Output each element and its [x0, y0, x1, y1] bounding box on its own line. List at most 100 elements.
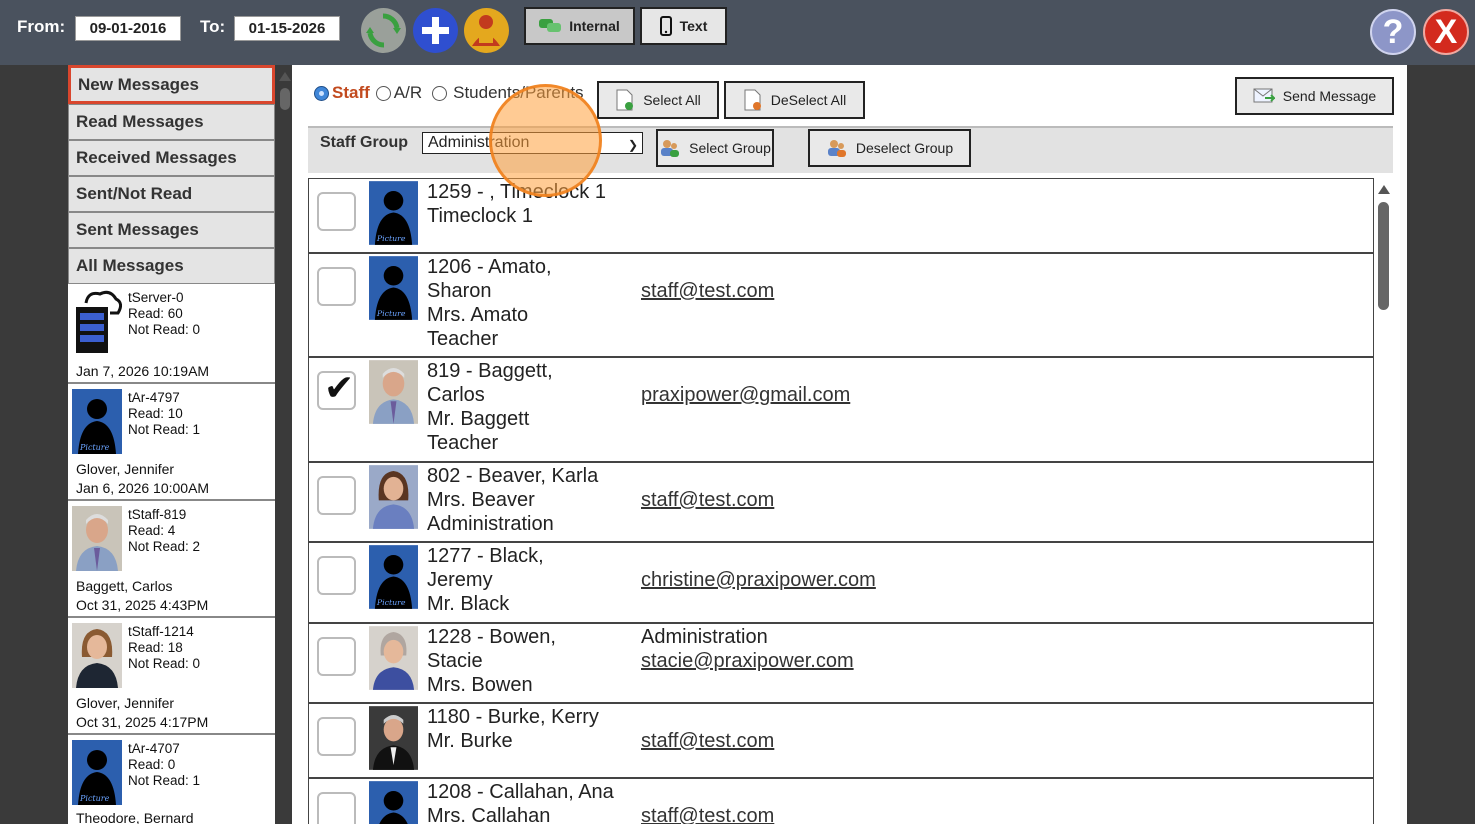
recipient-name: 802 - Beaver, Karla [427, 465, 599, 487]
select-all-button[interactable]: Select All [597, 81, 719, 119]
recipient-checkbox[interactable] [317, 267, 356, 306]
radio-students-parents[interactable] [432, 85, 448, 101]
send-mail-icon [1253, 88, 1275, 103]
nav-read-messages[interactable]: Read Messages [68, 104, 275, 140]
conversation-item[interactable]: tStaff-1214 Read: 18 Not Read: 0 Glover,… [68, 618, 275, 735]
radio-ar[interactable] [375, 85, 391, 101]
staff-photo-avatar [369, 706, 418, 770]
nav-new-messages[interactable]: New Messages [68, 65, 275, 104]
list-scrollbar-thumb[interactable] [1378, 202, 1389, 310]
radio-staff[interactable] [314, 85, 329, 101]
recipient-name: 1277 - Black, [427, 545, 544, 567]
help-icon[interactable]: ? [1370, 9, 1416, 55]
recipient-detail: Mrs. Amato [427, 304, 529, 326]
staff-photo-avatar [369, 626, 418, 690]
from-label: From: [17, 17, 66, 36]
conversation-read: Read: 10 [128, 406, 183, 421]
recipient-detail: Mrs. Bowen [427, 674, 533, 696]
recipient-row[interactable]: 802 - Beaver, Karla Mrs. Beaver Administ… [309, 463, 1373, 543]
send-message-button[interactable]: Send Message [1235, 77, 1394, 115]
recipient-email-link[interactable]: stacie@praxipower.com [641, 650, 854, 672]
recipient-row[interactable]: 1180 - Burke, Kerry Mr. Burke staff@test… [309, 704, 1373, 779]
message-folders-panel: New Messages Read Messages Received Mess… [68, 65, 275, 824]
recipient-name: 1206 - Amato, [427, 256, 552, 278]
staff-photo-avatar [369, 360, 418, 424]
recipient-detail: Stacie [427, 650, 483, 672]
close-icon[interactable]: X [1423, 9, 1469, 55]
recipient-row[interactable]: Picture 1277 - Black, Jeremy Mr. Black c… [309, 543, 1373, 624]
recipient-detail: Mr. Burke [427, 730, 513, 752]
sidebar-scrollbar-thumb[interactable] [280, 88, 290, 110]
sidebar-scroll-up-icon[interactable] [279, 72, 291, 81]
conversation-item[interactable]: Picture tAr-4707 Read: 0 Not Read: 1 The… [68, 735, 275, 824]
recipient-checkbox[interactable] [317, 717, 356, 756]
recipient-row[interactable]: Picture 1259 - , Timeclock 1 Timeclock 1 [309, 179, 1373, 254]
conversation-date: Jan 7, 2026 10:19AM [76, 363, 210, 379]
server-icon [72, 289, 123, 354]
conversation-item[interactable]: tServer-0 Read: 60 Not Read: 0 Jan 7, 20… [68, 284, 275, 384]
refresh-icon[interactable] [361, 8, 406, 53]
recipient-checkbox[interactable] [317, 476, 356, 515]
internal-label: Internal [569, 18, 620, 34]
to-date-input[interactable]: 01-15-2026 [234, 16, 340, 41]
internal-button[interactable]: Internal [524, 7, 635, 45]
deselect-all-button[interactable]: DeSelect All [724, 81, 865, 119]
recipient-email-link[interactable]: staff@test.com [641, 489, 774, 511]
nav-sent-not-read[interactable]: Sent/Not Read [68, 176, 275, 212]
conversation-not-read: Not Read: 0 [128, 656, 201, 671]
silhouette-avatar: Picture [369, 256, 418, 320]
recipient-checkbox[interactable] [317, 556, 356, 595]
svg-text:Picture: Picture [79, 794, 110, 803]
conversation-item[interactable]: Picture tAr-4797 Read: 10 Not Read: 1 Gl… [68, 384, 275, 501]
svg-text:Picture: Picture [376, 309, 406, 318]
group-remove-icon [827, 140, 846, 157]
recipient-row[interactable]: 1228 - Bowen, Stacie Mrs. Bowen Administ… [309, 624, 1373, 704]
select-group-label: Select Group [689, 140, 771, 156]
text-label: Text [679, 18, 708, 34]
staff-photo-avatar [72, 623, 122, 688]
recipient-checkbox[interactable] [317, 792, 356, 824]
recipient-name: 1228 - Bowen, [427, 626, 556, 648]
select-group-button[interactable]: Select Group [656, 129, 774, 167]
conversation-read: Read: 0 [128, 757, 176, 772]
conversation-id: tServer-0 [128, 290, 184, 305]
conversation-read: Read: 60 [128, 306, 183, 321]
silhouette-avatar: Picture [369, 181, 418, 245]
list-scroll-up-icon[interactable] [1378, 185, 1390, 194]
conversation-date: Oct 31, 2025 4:17PM [76, 714, 209, 730]
recipient-row[interactable]: Picture 1206 - Amato, Sharon Mrs. Amato … [309, 254, 1373, 358]
conversation-name: Glover, Jennifer [76, 461, 175, 477]
recipient-email-link[interactable]: staff@test.com [641, 730, 774, 752]
recipient-email-link[interactable]: christine@praxipower.com [641, 569, 876, 591]
from-date-input[interactable]: 09-01-2016 [75, 16, 181, 41]
nav-all-messages[interactable]: All Messages [68, 248, 275, 284]
conversation-id: tAr-4707 [128, 741, 180, 756]
recipient-name: 1208 - Callahan, Ana [427, 781, 614, 803]
directory-icon[interactable] [464, 8, 509, 53]
recipient-email-link[interactable]: staff@test.com [641, 280, 774, 302]
phone-icon [659, 16, 672, 36]
silhouette-avatar: Picture [369, 545, 418, 609]
conversation-item[interactable]: tStaff-819 Read: 4 Not Read: 2 Baggett, … [68, 501, 275, 618]
select-all-label: Select All [643, 92, 701, 108]
recipient-detail: Sharon [427, 280, 492, 302]
svg-text:Picture: Picture [376, 234, 406, 243]
recipient-email-link[interactable]: staff@test.com [641, 805, 774, 824]
recipient-checkbox[interactable] [317, 192, 356, 231]
recipient-email-link[interactable]: praxipower@gmail.com [641, 384, 850, 406]
add-icon[interactable] [413, 8, 458, 53]
nav-sent-messages[interactable]: Sent Messages [68, 212, 275, 248]
recipient-checkbox[interactable] [317, 637, 356, 676]
recipient-detail: Carlos [427, 384, 485, 406]
conversation-read: Read: 4 [128, 523, 176, 538]
conversation-name: Theodore, Bernard [76, 810, 194, 824]
recipient-row[interactable]: ✔ 819 - Baggett, Carlos Mr. Baggett Teac… [309, 358, 1373, 463]
recipient-checkbox[interactable]: ✔ [317, 367, 356, 410]
conversation-not-read: Not Read: 1 [128, 773, 201, 788]
deselect-all-label: DeSelect All [770, 92, 847, 108]
recipient-detail: Mrs. Callahan [427, 805, 551, 824]
text-button[interactable]: Text [640, 7, 727, 45]
deselect-group-button[interactable]: Deselect Group [808, 129, 971, 167]
recipient-row[interactable]: 1208 - Callahan, Ana Mrs. Callahan staff… [309, 779, 1373, 824]
nav-received-messages[interactable]: Received Messages [68, 140, 275, 176]
